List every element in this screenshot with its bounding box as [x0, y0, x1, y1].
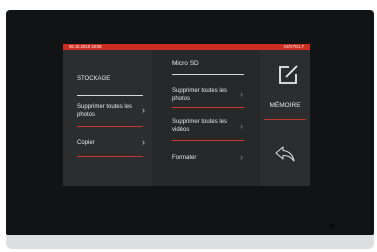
submenu-item-delete-all-photos[interactable]: Supprimer toutes les photos: [172, 88, 232, 103]
chevron-right-icon: ›: [240, 121, 243, 131]
chevron-right-icon: ›: [240, 89, 243, 99]
chevron-right-icon: ›: [240, 152, 243, 162]
storage-header-divider: [77, 95, 143, 96]
submenu-title: Micro SD: [172, 60, 199, 67]
edit-icon[interactable]: [277, 64, 299, 86]
submenu-item-format[interactable]: Formater: [172, 155, 232, 163]
memory-panel: MÉMOIRE: [260, 50, 310, 186]
chevron-right-icon: ›: [142, 105, 145, 115]
micro-sd-submenu: Micro SD Supprimer toutes les photos › S…: [152, 50, 260, 186]
display-screen: 06.10.2018 19:08 V2/V7G1.7 STOCKAGE Supp…: [63, 44, 310, 186]
storage-header: STOCKAGE: [77, 76, 111, 82]
submenu-title-divider: [172, 74, 244, 75]
back-arrow-icon[interactable]: [274, 145, 296, 163]
chevron-right-icon: ›: [142, 137, 145, 147]
menu-item-copy[interactable]: Copier: [77, 140, 135, 148]
indicator-led: [329, 224, 334, 229]
submenu-item-divider: [172, 140, 244, 141]
storage-menu: STOCKAGE Supprimer toutes les photos › C…: [63, 50, 152, 186]
menu-item-divider: [77, 156, 143, 157]
intercom-device: 06.10.2018 19:08 V2/V7G1.7 STOCKAGE Supp…: [0, 0, 377, 252]
memory-divider: [264, 119, 306, 120]
menu-item-divider: [77, 126, 143, 127]
memory-label[interactable]: MÉMOIRE: [260, 102, 310, 109]
submenu-item-divider: [172, 107, 244, 108]
submenu-item-delete-all-videos[interactable]: Supprimer toutes les vidéos: [172, 119, 232, 134]
menu-item-delete-all-photos[interactable]: Supprimer toutes les photos: [77, 104, 135, 119]
